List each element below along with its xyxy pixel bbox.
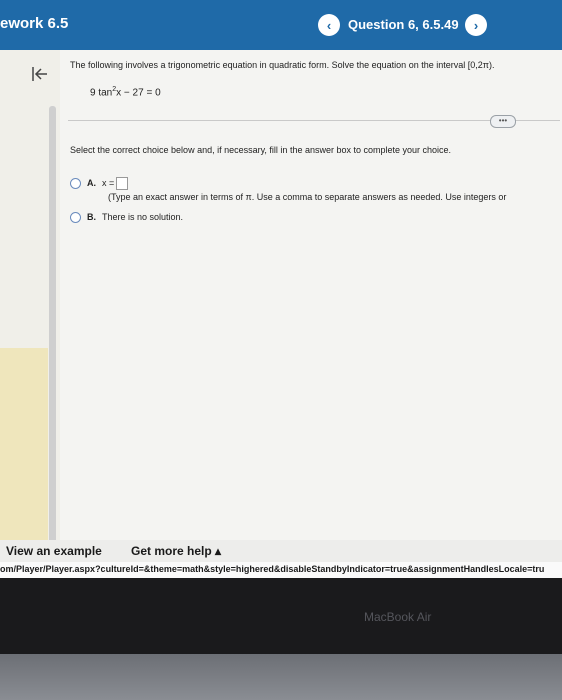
instruction-text: Select the correct choice below and, if … [70,145,452,155]
header-bar: ework 6.5 ‹ Question 6, 6.5.49 › [0,0,562,50]
url-text: om/Player/Player.aspx?cultureId=&theme=m… [0,564,545,574]
choice-a-letter: A. [87,177,96,188]
choice-b-letter: B. [87,212,96,222]
choice-b-text: There is no solution. [102,212,184,222]
equation-suffix: x − 27 = 0 [116,87,161,99]
problem-statement: The following involves a trigonometric e… [70,60,495,70]
choice-a-hint: (Type an exact answer in terms of π. Use… [108,192,507,202]
scrollbar[interactable] [49,106,56,546]
sidebar-highlight [0,348,48,540]
desk-surface [0,654,562,700]
collapse-left-icon[interactable] [30,64,50,84]
status-url-bar: om/Player/Player.aspx?cultureId=&theme=m… [0,562,562,578]
equation-prefix: 9 tan [90,87,113,99]
choice-a[interactable]: A. x = [70,177,129,190]
laptop-bezel: MacBook Air [0,578,562,654]
help-bar: View an example Get more help ▴ [0,540,562,562]
question-navigator: ‹ Question 6, 6.5.49 › [318,13,488,37]
more-options-button[interactable]: ••• [490,115,516,128]
get-more-help-button[interactable]: Get more help ▴ [131,544,221,558]
question-label[interactable]: Question 6, 6.5.49 [348,17,459,32]
question-panel: The following involves a trigonometric e… [0,50,562,546]
next-question-button[interactable]: › [465,14,487,36]
choice-b[interactable]: B. There is no solution. [70,212,184,224]
choice-a-text: x = [102,177,115,188]
radio-a[interactable] [70,178,81,189]
device-label: MacBook Air [364,610,432,624]
equation: 9 tan2x − 27 = 0 [90,86,161,98]
view-example-link[interactable]: View an example [6,544,102,558]
answer-input[interactable] [116,177,129,190]
assignment-title: ework 6.5 [0,15,69,32]
previous-question-button[interactable]: ‹ [318,14,340,36]
radio-b[interactable] [70,212,81,224]
divider [68,120,560,121]
